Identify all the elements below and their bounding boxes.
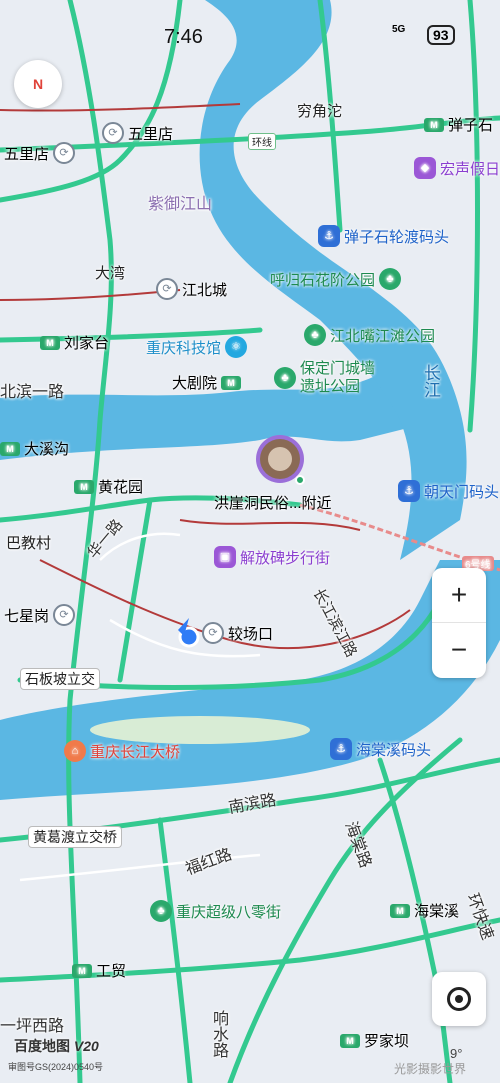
district-dawan: 大湾 [95,265,126,282]
station-liujiatai[interactable]: M 刘家台 [40,332,109,353]
zoom-controls: + − [432,568,486,678]
park-icon: ♣ [379,268,402,290]
poi-jiangbeizui-park[interactable]: ♣ 江北嘴江滩公园 [304,324,435,346]
station-luojiaba[interactable]: M 罗家坝 [340,1030,409,1051]
status-bar: 7:46 93 5G [0,22,500,52]
metro-icon: M [40,335,60,350]
watermark: 光影摄影世界 [394,1062,467,1076]
metro-icon: M [0,441,20,456]
ring-road-label: 环线 [248,133,276,150]
road-beibin: 北滨一路 [0,384,65,401]
poi-baoding-wall-park[interactable]: ♣ 保定门城墙 遗址公园 [274,360,375,396]
station-wulidian[interactable]: ⟳ 五里店 [102,122,173,144]
station-huanghuayuan[interactable]: M 黄花园 [74,476,143,497]
poi-chaotianmen[interactable]: ⚓ 朝天门码头 [398,480,499,502]
landmark-icon: ⌂ [64,740,86,762]
park-icon: ♣ [304,324,326,346]
area-ziyujiangshan: 紫御江山 [148,196,213,213]
poi-hongyadong[interactable]: 洪崖洞民俗...附近 [214,492,332,513]
status-time: 7:46 [164,26,203,48]
baidu-logo: 百度地图 V20 [14,1038,99,1054]
shopping-icon: ▣ [214,546,236,568]
station-jiangbeicheng[interactable]: ⟳ 江北城 [156,278,227,300]
compass-button[interactable]: N [14,60,62,108]
license-text: 审图号GS(2024)0540号 [8,1062,104,1072]
metro-icon: M [390,903,410,918]
river-changjiang: 长江 [421,364,440,398]
station-dajuyuan[interactable]: 大剧院 M [172,372,242,393]
metro-station-icon: ⟳ [156,278,178,300]
poi-science-museum[interactable]: 重庆科技馆 ⚛ [146,336,248,358]
target-icon [447,987,471,1011]
station-danzishi[interactable]: M 弹子石 [424,114,493,135]
compass-icon: N [32,76,44,92]
network-indicator: 5G [392,24,406,35]
hotel-icon: ◆ [414,157,436,179]
station-wulidian-left[interactable]: 五里店 ⟳ [4,142,76,164]
poi-bayi-street[interactable]: ♣ 重庆超级八零街 [150,900,281,922]
park-icon: ♣ [150,900,172,922]
anchor-icon: ⚓ [318,225,340,247]
zoom-in-button[interactable]: + [432,568,486,623]
metro-station-icon: ⟳ [102,122,124,144]
station-jiaochangkou[interactable]: ⟳ 较场口 [202,622,273,644]
locate-button[interactable] [432,972,486,1026]
park-icon: ♣ [274,367,296,389]
atom-icon: ⚛ [225,336,248,358]
station-daxigou[interactable]: M 大溪沟 [0,438,69,459]
poi-hugui-park[interactable]: 呼归石花阶公园 ♣ [270,268,402,290]
metro-icon: M [340,1033,360,1048]
metro-icon: M [221,375,242,390]
district-bajiaocun: 巴教村 [6,535,52,552]
label-shibanpo: 石板坡立交 [20,668,100,690]
poi-danzishi-ferry[interactable]: ⚓ 弹子石轮渡码头 [318,225,449,247]
anchor-icon: ⚓ [398,480,420,502]
metro-station-icon: ⟳ [202,622,224,644]
label-huanggedu: 黄葛渡立交桥 [28,826,122,848]
temperature: 9° [450,1046,463,1061]
battery-indicator: 93 [427,25,455,45]
metro-icon: M [424,117,444,132]
metro-station-icon: ⟳ [53,604,76,626]
poi-haitangxi-pier[interactable]: ⚓ 海棠溪码头 [330,738,431,760]
poi-hongsheng-hotel[interactable]: ◆ 宏声假日 [414,157,500,179]
district-qiongjiaotuo: 穷角沱 [297,103,343,120]
metro-station-icon: ⟳ [53,142,76,164]
road-xiangshui: 响水路 [210,1010,227,1058]
station-gongmao[interactable]: M 工贸 [72,960,126,981]
station-haitangxi[interactable]: M 海棠溪 [390,900,459,921]
metro-icon: M [74,479,94,494]
road-ping-west: 一坪西路 [0,1018,65,1035]
poi-jiefangbei[interactable]: ▣ 解放碑步行街 [214,546,330,568]
station-qixinggang[interactable]: 七星岗 ⟳ [4,604,76,626]
poi-changjiang-bridge[interactable]: ⌂ 重庆长江大桥 [64,740,180,762]
metro-icon: M [72,963,92,978]
anchor-icon: ⚓ [330,738,352,760]
zoom-out-button[interactable]: − [432,623,486,677]
